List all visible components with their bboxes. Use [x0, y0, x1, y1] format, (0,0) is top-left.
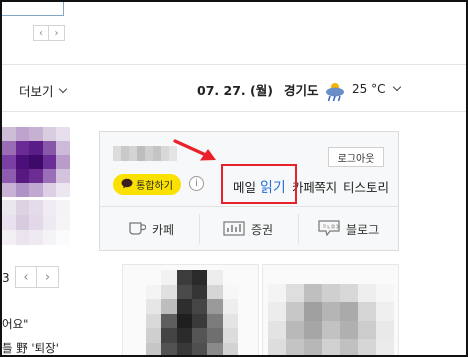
cup-icon	[128, 220, 147, 239]
news-prev-button[interactable]: ‹	[15, 266, 37, 288]
news-thumbnail-image[interactable]	[2, 127, 70, 197]
blog-quick-link[interactable]: 블로그	[318, 219, 379, 239]
more-menu-label: 더보기	[19, 84, 54, 99]
talk-integrate-button[interactable]: 통합하기	[113, 174, 181, 195]
content-card-image-right	[268, 284, 394, 357]
news-headline-2[interactable]: 틀 野 '퇴장'	[2, 340, 59, 356]
pager-next-button[interactable]: ›	[49, 25, 65, 41]
news-thumbnail-lower	[2, 200, 70, 245]
stock-quick-link[interactable]: 증권	[223, 219, 273, 239]
tistory-link[interactable]: 티스토리	[343, 177, 389, 196]
chevron-down-icon	[58, 84, 67, 93]
pager-prev-button[interactable]: ‹	[33, 25, 49, 41]
blog-bubble-icon	[318, 219, 340, 240]
page-number: 3	[2, 271, 10, 285]
date-text: 07. 27. (월)	[197, 83, 273, 98]
talk-integrate-label: 통합하기	[136, 181, 173, 192]
temperature-value: 25 °C	[352, 82, 386, 96]
top-pager: ‹ ›	[33, 25, 65, 41]
highlight-box	[221, 164, 297, 204]
header-top-divider	[0, 64, 468, 65]
speech-bubble-icon	[121, 178, 133, 192]
logout-button[interactable]: 로그아웃	[328, 147, 384, 167]
quick-link-divider	[298, 214, 299, 244]
quick-link-divider	[199, 214, 200, 244]
news-pager: ‹ ›	[15, 266, 59, 288]
red-arrow-annotation	[172, 138, 220, 168]
weather-region[interactable]: 경기도	[284, 80, 319, 99]
cafe-quick-label: 카페	[152, 222, 175, 237]
stock-quick-label: 증권	[251, 222, 274, 237]
chevron-down-icon	[393, 82, 402, 92]
info-icon[interactable]: i	[189, 176, 204, 191]
user-name-blurred	[113, 146, 177, 161]
cafe-quick-link[interactable]: 카페	[128, 219, 174, 239]
panel-divider	[99, 206, 399, 207]
rain-cloud-icon	[324, 81, 346, 107]
content-card-image-left	[146, 270, 238, 357]
news-next-button[interactable]: ›	[37, 266, 59, 288]
temperature[interactable]: 25 °C	[352, 82, 402, 96]
bar-chart-icon	[223, 220, 245, 239]
news-headline-1[interactable]: 어요"	[2, 316, 28, 332]
top-left-box	[0, 0, 64, 16]
blog-quick-label: 블로그	[346, 222, 380, 237]
cafe-note-link[interactable]: 카페쪽지	[292, 177, 337, 196]
more-menu[interactable]: 더보기	[19, 81, 67, 100]
header-bottom-divider	[0, 111, 468, 112]
